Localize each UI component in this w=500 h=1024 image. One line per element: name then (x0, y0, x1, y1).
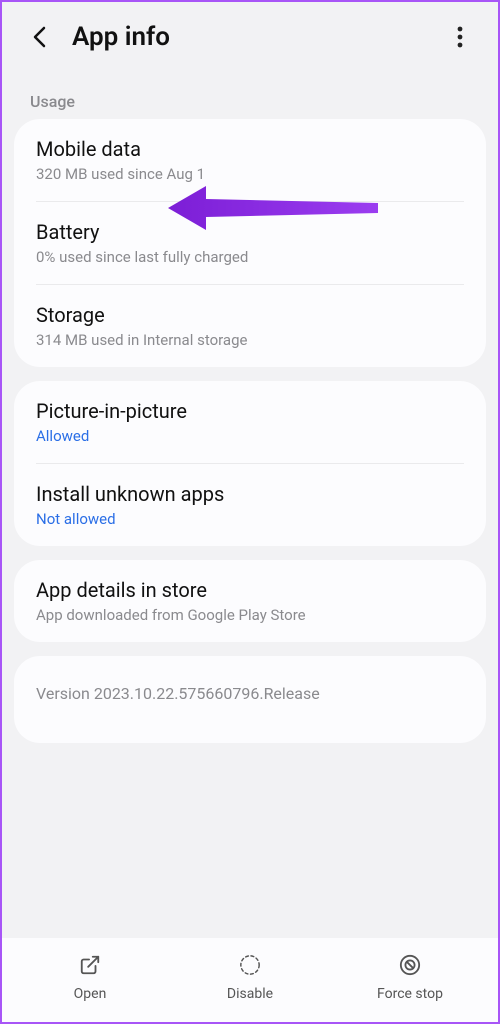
mobile-data-title: Mobile data (36, 137, 464, 161)
force-stop-label: Force stop (377, 986, 443, 1002)
section-label-usage: Usage (14, 68, 486, 119)
page-title: App info (72, 22, 170, 52)
overflow-menu-button[interactable] (446, 23, 474, 51)
force-stop-button[interactable]: Force stop (331, 952, 489, 1002)
permissions-card: Picture-in-picture Allowed Install unkno… (14, 381, 486, 546)
disable-icon (239, 954, 261, 976)
version-text: Version 2023.10.22.575660796.Release (14, 656, 486, 743)
picture-in-picture-item[interactable]: Picture-in-picture Allowed (14, 381, 486, 463)
open-label: Open (74, 986, 107, 1002)
version-card: Version 2023.10.22.575660796.Release (14, 656, 486, 743)
storage-sub: 314 MB used in Internal storage (36, 331, 464, 349)
storage-title: Storage (36, 303, 464, 327)
battery-item[interactable]: Battery 0% used since last fully charged (14, 202, 486, 284)
install-unknown-apps-item[interactable]: Install unknown apps Not allowed (14, 464, 486, 546)
unknown-title: Install unknown apps (36, 482, 464, 506)
battery-sub: 0% used since last fully charged (36, 248, 464, 266)
pip-value: Allowed (36, 427, 464, 445)
open-button[interactable]: Open (11, 952, 169, 1002)
back-button[interactable] (26, 23, 54, 51)
open-icon (79, 954, 101, 976)
app-details-store-item[interactable]: App details in store App downloaded from… (14, 560, 486, 642)
force-stop-icon (399, 954, 421, 976)
disable-button[interactable]: Disable (171, 952, 329, 1002)
chevron-left-icon (32, 26, 48, 48)
usage-card: Mobile data 320 MB used since Aug 1 Batt… (14, 119, 486, 367)
disable-label: Disable (227, 986, 273, 1002)
mobile-data-sub: 320 MB used since Aug 1 (36, 165, 464, 183)
battery-title: Battery (36, 220, 464, 244)
more-vert-icon (457, 26, 463, 48)
app-details-card: App details in store App downloaded from… (14, 560, 486, 642)
store-sub: App downloaded from Google Play Store (36, 606, 464, 624)
pip-title: Picture-in-picture (36, 399, 464, 423)
unknown-value: Not allowed (36, 510, 464, 528)
store-title: App details in store (36, 578, 464, 602)
mobile-data-item[interactable]: Mobile data 320 MB used since Aug 1 (14, 119, 486, 201)
storage-item[interactable]: Storage 314 MB used in Internal storage (14, 285, 486, 367)
bottom-action-bar: Open Disable Force stop (2, 938, 498, 1022)
